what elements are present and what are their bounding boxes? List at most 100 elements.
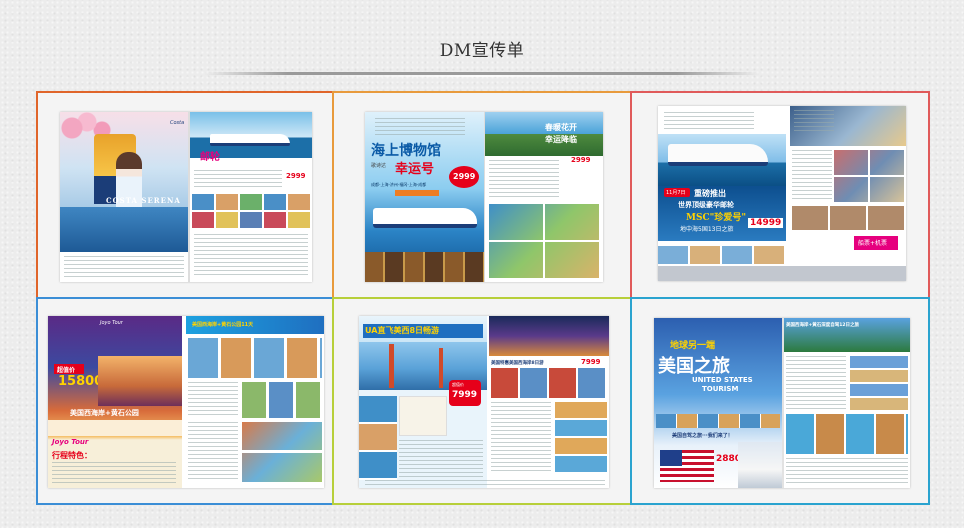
treasures-row xyxy=(365,252,485,282)
right-header: 美国西海岸+黄石公园11天 xyxy=(192,322,254,328)
title-strip xyxy=(48,420,182,436)
headline-4: 地中海5国13日之旅 xyxy=(680,226,734,233)
coast-photo xyxy=(485,112,603,156)
gallery-item-us-west-yellowstone[interactable]: Joyo Tour 超值价 15800 起 美国西海岸+黄石公园 Joyo To… xyxy=(36,297,334,505)
brand-logo: Costa xyxy=(170,120,185,126)
cruise-ship xyxy=(373,208,477,228)
headline: 重磅推出 xyxy=(694,189,726,198)
brand-logo-2: Joyo Tour xyxy=(52,438,89,446)
right-grid-3 xyxy=(242,422,322,482)
date-badge-text: 11月7日 xyxy=(666,190,686,196)
route-badge xyxy=(395,190,439,196)
flyer-ua-us-west: UA直飞美西8日畅游 超值价 7999 美国特惠美国西海岸8日游 7999 xyxy=(359,316,609,488)
right-text-1 xyxy=(188,382,238,418)
right-text-1 xyxy=(786,356,846,412)
ship-name: COSTA SERENA xyxy=(106,196,181,205)
intro-text xyxy=(375,118,465,136)
right-photo-grid xyxy=(834,150,904,202)
bridge-tower xyxy=(389,344,394,388)
title-divider xyxy=(204,72,760,77)
right-body-text xyxy=(489,160,559,200)
main-title: 海上博物馆 xyxy=(371,143,441,159)
thumb-row-2 xyxy=(192,212,310,228)
left-photos xyxy=(359,396,397,480)
feature-text xyxy=(52,462,176,486)
headline: 邮轮 xyxy=(200,152,220,163)
gallery-item-lucky-ship[interactable]: 海上博物馆 歌诗达 幸运号 成都-上海-济州-福冈-上海-成都 2999 春暖花… xyxy=(332,91,632,299)
label: 超值价 xyxy=(452,382,464,387)
ship-hull xyxy=(210,134,290,146)
english-2: TOURISM xyxy=(702,385,739,393)
thumb-row-1 xyxy=(192,194,310,210)
gallery-item-msc[interactable]: 11月7日 重磅推出 世界顶级豪华邮轮 MSC"珍爱号" 地中海5国13日之旅 … xyxy=(630,91,930,299)
footer-text xyxy=(365,480,605,486)
us-flag xyxy=(660,450,714,482)
right-photo-column xyxy=(850,356,908,412)
price: 2999 xyxy=(286,172,306,180)
right-text xyxy=(491,402,551,472)
top-text xyxy=(664,112,754,132)
sea-strip xyxy=(60,207,188,252)
right-photo-grid xyxy=(786,414,908,454)
brand-logo: Joyo Tour xyxy=(100,320,123,326)
title: 美国之旅 xyxy=(658,356,730,377)
flyer-lucky-ship: 海上博物馆 歌诗达 幸运号 成都-上海-济州-福冈-上海-成都 2999 春暖花… xyxy=(365,112,603,282)
las-vegas-photo xyxy=(489,316,609,356)
price: 15800 xyxy=(58,374,104,389)
ship-shape xyxy=(668,144,768,166)
price-right: 2999 xyxy=(571,156,591,164)
right-body-text xyxy=(792,150,832,200)
gallery-item-costa-serena[interactable]: COSTA SERENA Costa 邮轮 2999 xyxy=(36,91,334,299)
highlight-photos xyxy=(656,414,780,428)
page-fold xyxy=(484,112,485,282)
promo-text: 超值价 xyxy=(57,367,76,374)
right-room-photos xyxy=(792,206,904,230)
flyer-costa-serena: COSTA SERENA Costa 邮轮 2999 xyxy=(60,112,312,282)
right-grid-2 xyxy=(242,382,322,418)
price: 7999 xyxy=(452,390,478,400)
flyer-us-west-yellowstone: Joyo Tour 超值价 15800 起 美国西海岸+黄石公园 Joyo To… xyxy=(48,316,324,488)
right-footer-text xyxy=(194,234,308,278)
gallery-item-usa-tour[interactable]: 地球另一端 美国之旅 UNITED STATES TOURISM 美国自驾之旅·… xyxy=(630,297,930,505)
footer-band xyxy=(658,266,906,281)
right-body-text xyxy=(194,170,282,190)
flyer-gallery: COSTA SERENA Costa 邮轮 2999 海上博物馆 歌诗达 幸运号… xyxy=(36,91,930,505)
price-right: 7999 xyxy=(581,358,601,366)
right-text-2 xyxy=(786,458,908,486)
right-bottom-text: 船票+机票 xyxy=(858,240,888,247)
left-body-text xyxy=(399,440,483,480)
right-grid-1 xyxy=(188,338,322,378)
route-text: 成都-上海-济州-福冈-上海-成都 xyxy=(371,182,427,187)
bottom-photos xyxy=(658,246,786,264)
right-photos xyxy=(491,368,607,398)
left-body-text xyxy=(64,256,184,280)
right-photo-column xyxy=(555,402,607,472)
right-title-1: 春暖花开 xyxy=(545,123,577,132)
headline-3: MSC"珍爱号" xyxy=(686,213,747,223)
bridge-tower-2 xyxy=(439,348,443,388)
page-fold xyxy=(782,318,784,488)
gallery-item-ua-us-west[interactable]: UA直飞美西8日畅游 超值价 7999 美国特惠美国西海岸8日游 7999 xyxy=(332,297,632,505)
side-label: 歌诗达 xyxy=(371,163,387,169)
sub-title: 幸运号 xyxy=(395,162,435,177)
photo-grid xyxy=(489,204,599,278)
english-1: UNITED STATES xyxy=(692,376,753,384)
flyer-msc: 11月7日 重磅推出 世界顶级豪华邮轮 MSC"珍爱号" 地中海5国13日之旅 … xyxy=(658,106,906,281)
page-title: DM宣传单 xyxy=(439,41,525,61)
bottom-title: 行程特色： xyxy=(52,451,92,460)
capitol-photo xyxy=(738,442,782,488)
page-fold xyxy=(188,112,190,282)
right-header: 美国西海岸+黄石深度自驾12日之旅 xyxy=(786,323,860,328)
right-header-text xyxy=(794,110,834,132)
slogan: 地球另一端 xyxy=(670,341,716,351)
flyer-usa-tour: 地球另一端 美国之旅 UNITED STATES TOURISM 美国自驾之旅·… xyxy=(654,318,910,488)
headline-2: 世界顶级豪华邮轮 xyxy=(678,201,734,209)
map-area xyxy=(399,396,447,436)
title: UA直飞美西8日畅游 xyxy=(365,326,440,335)
city-photo xyxy=(98,356,182,406)
right-title-2: 幸运降临 xyxy=(545,135,577,144)
right-header: 美国特惠美国西海岸8日游 xyxy=(491,361,544,366)
price: 14999 xyxy=(748,218,784,228)
right-text-2 xyxy=(188,422,238,482)
question: 美国自驾之旅···我们来了！ xyxy=(672,433,733,439)
